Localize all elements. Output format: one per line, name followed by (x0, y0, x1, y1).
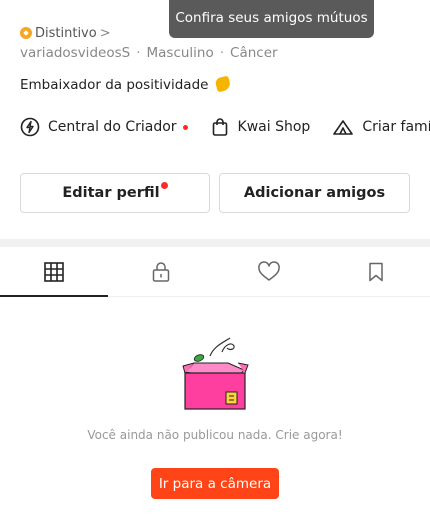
badge-label: Distintivo (35, 25, 97, 41)
section-divider (0, 239, 430, 247)
creator-center-label: Central do Criador (48, 119, 177, 135)
kwai-shop-label: Kwai Shop (237, 119, 311, 135)
gender: Masculino (146, 45, 214, 61)
profile-links: Central do Criador Kwai Shop Criar famí (20, 113, 430, 141)
creator-center-link[interactable]: Central do Criador (20, 117, 188, 137)
profile-meta: variadosvideosS · Masculino · Câncer (20, 45, 278, 61)
bookmark-icon (369, 262, 383, 281)
tab-liked[interactable] (215, 247, 323, 296)
shopping-bag-icon (212, 118, 227, 136)
edit-profile-label: Editar perfil (62, 185, 160, 201)
mutual-friends-tooltip: Confira seus amigos mútuos (169, 0, 374, 38)
go-to-camera-label: Ir para a câmera (158, 475, 272, 492)
go-to-camera-button[interactable]: Ir para a câmera (151, 468, 279, 499)
content-tabs (0, 247, 430, 297)
tent-icon (333, 120, 354, 135)
separator: · (219, 45, 225, 61)
chevron-right-icon: > (99, 25, 111, 41)
tab-posts[interactable] (0, 247, 108, 297)
kwai-shop-link[interactable]: Kwai Shop (210, 117, 311, 137)
bio-text: Embaixador da positividade (20, 77, 209, 93)
grid-icon (43, 261, 64, 282)
create-family-link[interactable]: Criar famí (332, 117, 430, 137)
flexed-biceps-icon (214, 75, 232, 93)
notification-dot (182, 124, 188, 130)
lightning-circle-icon (20, 117, 40, 137)
empty-state-message: Você ainda não publicou nada. Crie agora… (87, 428, 343, 442)
heart-icon (257, 260, 280, 281)
username: variadosvideosS (20, 45, 131, 61)
zodiac: Câncer (230, 45, 278, 61)
create-family-label: Criar famí (362, 119, 430, 135)
badge-icon (20, 27, 32, 39)
profile-bio: Embaixador da positividade (20, 75, 232, 93)
lock-icon (153, 261, 170, 282)
notification-dot (160, 181, 168, 189)
add-friends-label: Adicionar amigos (243, 185, 386, 201)
edit-profile-button[interactable]: Editar perfil (20, 173, 210, 213)
tab-private[interactable] (108, 247, 216, 296)
tab-saved[interactable] (323, 247, 430, 296)
add-friends-button[interactable]: Adicionar amigos (219, 173, 410, 213)
badge-link[interactable]: Distintivo > (20, 24, 111, 42)
separator: · (136, 45, 141, 61)
empty-box-icon (182, 337, 249, 410)
